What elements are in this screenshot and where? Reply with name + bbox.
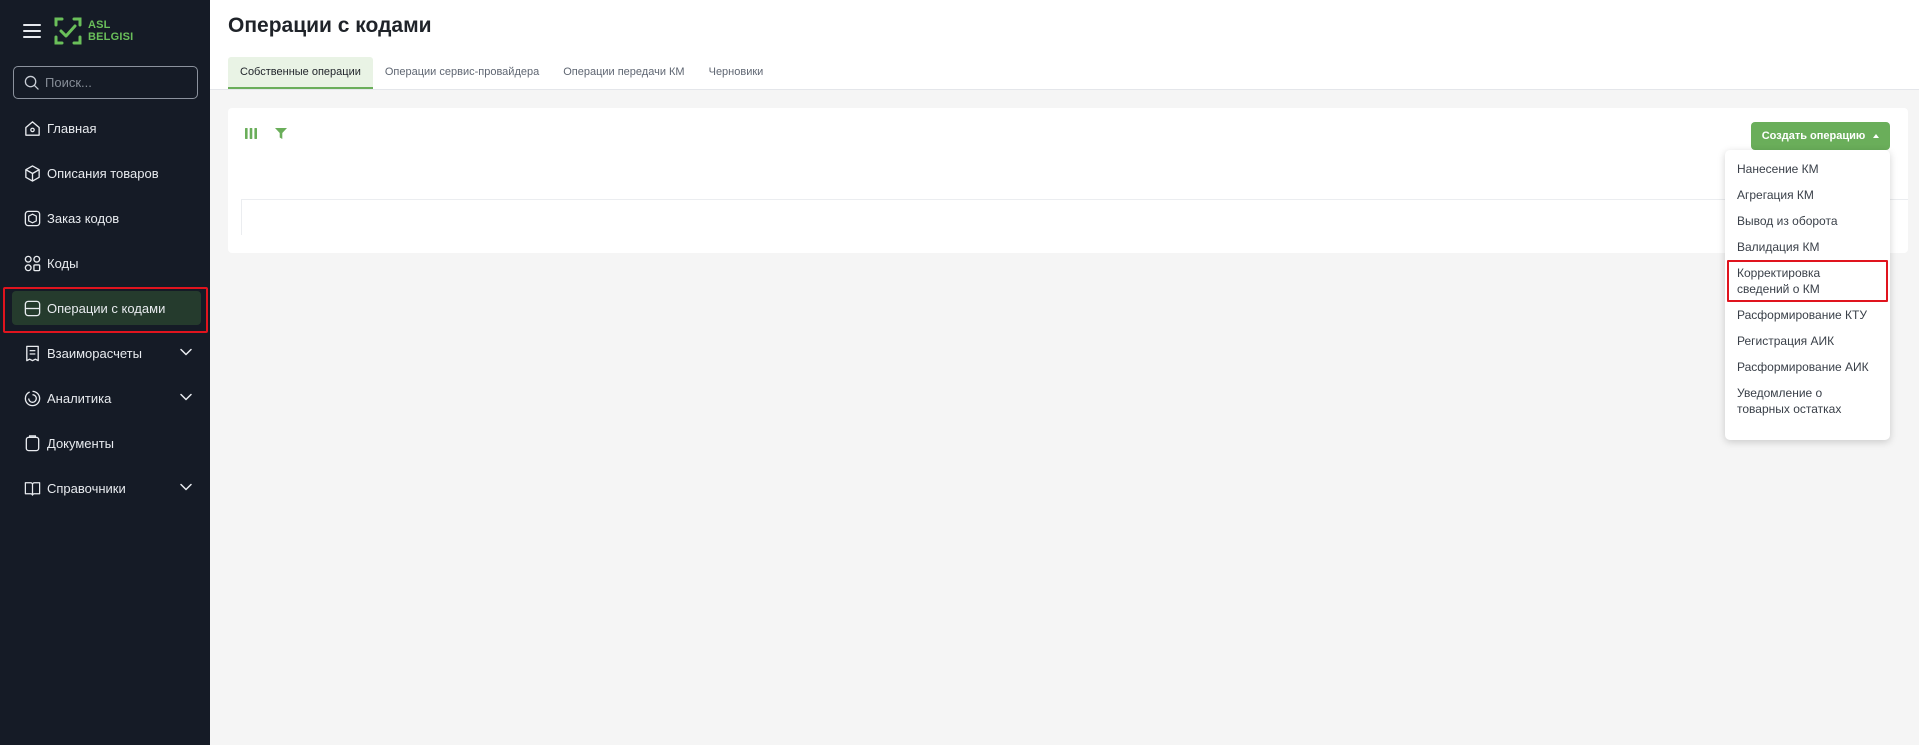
sidebar-item-directories[interactable]: Справочники bbox=[0, 466, 210, 511]
search-box[interactable] bbox=[13, 66, 198, 99]
menu-item-aik-disaggregation[interactable]: Расформирование АИК bbox=[1725, 354, 1890, 380]
create-operation-label: Создать операцию bbox=[1761, 130, 1866, 142]
sidebar-item-label: Справочники bbox=[47, 481, 126, 496]
sidebar-item-product-descriptions[interactable]: Описания товаров bbox=[0, 151, 210, 196]
menu-icon[interactable] bbox=[23, 24, 41, 38]
create-operation-button[interactable]: Создать операцию bbox=[1751, 122, 1890, 150]
menu-item-withdrawal[interactable]: Вывод из оборота bbox=[1725, 208, 1890, 234]
chevron-down-icon[interactable] bbox=[180, 348, 192, 356]
tab-service-provider-operations[interactable]: Операции сервис-провайдера bbox=[373, 57, 551, 89]
sidebar-item-codes[interactable]: Коды bbox=[0, 241, 210, 286]
chevron-down-icon[interactable] bbox=[180, 393, 192, 401]
table-left-border bbox=[241, 199, 242, 235]
sidebar-item-label: Документы bbox=[47, 436, 115, 451]
operations-icon bbox=[24, 300, 41, 317]
menu-item-aik-registration[interactable]: Регистрация АИК bbox=[1725, 328, 1890, 354]
sidebar-item-label: Заказ кодов bbox=[47, 211, 120, 226]
codes-icon bbox=[24, 255, 41, 272]
columns-icon[interactable] bbox=[244, 127, 258, 140]
sidebar: ASL BELGISI Главная Описания товаров Зак… bbox=[0, 0, 210, 745]
sidebar-item-documents[interactable]: Документы bbox=[0, 421, 210, 466]
sidebar-nav: Главная Описания товаров Заказ кодов Код… bbox=[0, 106, 210, 511]
order-icon bbox=[24, 210, 41, 227]
tab-drafts[interactable]: Черновики bbox=[697, 57, 776, 89]
sidebar-item-label: Главная bbox=[47, 121, 97, 136]
box-icon bbox=[25, 165, 40, 182]
sidebar-item-label: Коды bbox=[47, 256, 79, 271]
sidebar-item-code-order[interactable]: Заказ кодов bbox=[0, 196, 210, 241]
caret-up-icon bbox=[1873, 134, 1880, 138]
page-header: Операции с кодами Собственные операции О… bbox=[210, 0, 1919, 90]
logo[interactable]: ASL BELGISI bbox=[52, 15, 136, 49]
home-icon bbox=[25, 121, 40, 136]
documents-icon bbox=[25, 435, 40, 452]
logo-icon bbox=[54, 17, 82, 45]
search-icon bbox=[24, 75, 39, 90]
analytics-icon bbox=[24, 390, 41, 407]
filter-icon[interactable] bbox=[274, 127, 288, 140]
sidebar-item-label: Описания товаров bbox=[47, 166, 159, 181]
tab-own-operations[interactable]: Собственные операции bbox=[228, 57, 373, 89]
page-title: Операции с кодами bbox=[228, 14, 432, 37]
menu-item-ktu-disaggregation[interactable]: Расформирование КТУ bbox=[1725, 302, 1890, 328]
menu-item-stock-notification[interactable]: Уведомление о товарных остатках bbox=[1725, 380, 1890, 422]
tab-bar: Собственные операции Операции сервис-про… bbox=[228, 57, 775, 89]
table-toolbar bbox=[244, 127, 288, 140]
table-header-divider bbox=[241, 199, 1908, 200]
sidebar-item-label: Аналитика bbox=[47, 391, 112, 406]
receipt-icon bbox=[26, 345, 39, 362]
menu-item-km-info-correction[interactable]: Корректировка сведений о КМ bbox=[1727, 260, 1888, 302]
menu-item-km-aggregation[interactable]: Агрегация КМ bbox=[1725, 182, 1890, 208]
book-icon bbox=[24, 482, 41, 496]
menu-item-km-validation[interactable]: Валидация КМ bbox=[1725, 234, 1890, 260]
sidebar-item-code-operations[interactable]: Операции с кодами bbox=[0, 287, 210, 333]
sidebar-item-analytics[interactable]: Аналитика bbox=[0, 376, 210, 421]
menu-item-km-application[interactable]: Нанесение КМ bbox=[1725, 156, 1890, 182]
sidebar-item-label: Взаиморасчеты bbox=[47, 346, 142, 361]
sidebar-item-label: Операции с кодами bbox=[47, 301, 166, 316]
logo-text: ASL BELGISI bbox=[88, 19, 134, 43]
sidebar-item-settlements[interactable]: Взаиморасчеты bbox=[0, 331, 210, 376]
tab-km-transfer-operations[interactable]: Операции передачи КМ bbox=[551, 57, 696, 89]
operations-card bbox=[228, 108, 1908, 253]
create-operation-menu: Нанесение КМ Агрегация КМ Вывод из оборо… bbox=[1725, 150, 1890, 440]
chevron-down-icon[interactable] bbox=[180, 483, 192, 491]
sidebar-item-home[interactable]: Главная bbox=[0, 106, 210, 151]
search-input[interactable] bbox=[45, 75, 185, 90]
